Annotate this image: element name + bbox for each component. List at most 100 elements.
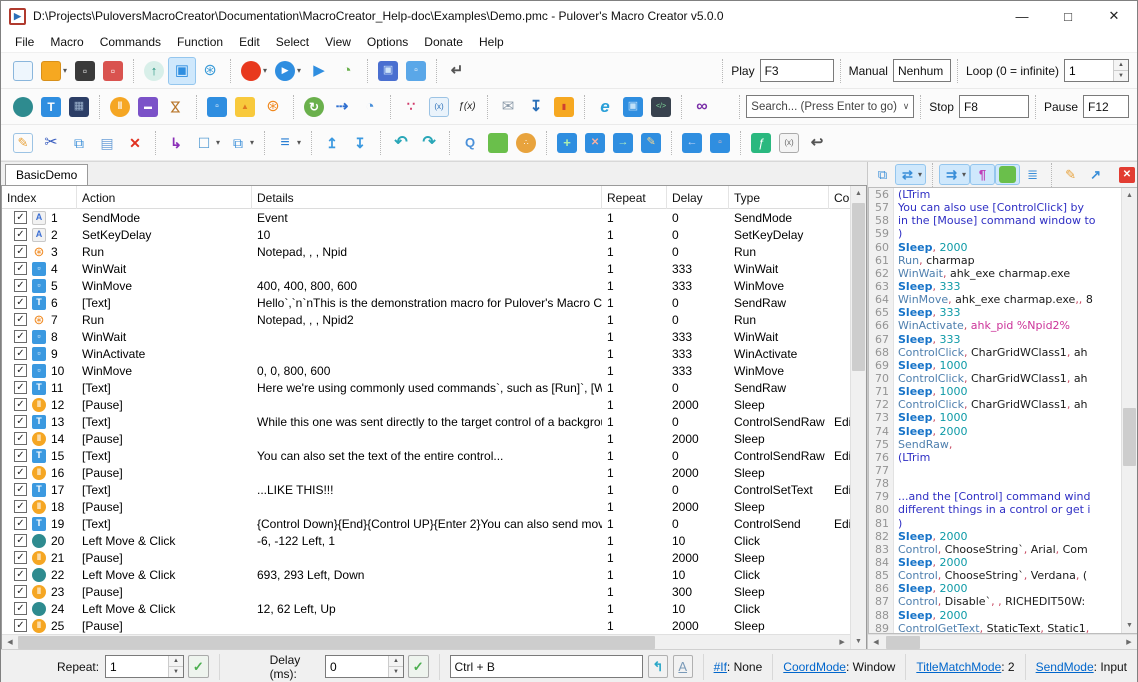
table-row[interactable]: ✓T15[Text]You can also set the text of t… <box>2 447 850 464</box>
timer-button[interactable]: ◔ <box>356 93 384 121</box>
row-checkbox[interactable]: ✓ <box>14 449 27 462</box>
comment-button[interactable] <box>484 129 512 157</box>
apply-repeat-button[interactable]: ✓ <box>188 655 209 678</box>
spin-down-icon[interactable]: ▼ <box>389 667 403 677</box>
row-checkbox[interactable]: ✓ <box>14 313 27 326</box>
code-window-button[interactable]: </> <box>647 93 675 121</box>
window-run-button[interactable]: → <box>609 129 637 157</box>
play-pause-button[interactable]: ▶▾ <box>271 57 305 85</box>
wrap-lines-button[interactable]: ≣ <box>1020 164 1045 185</box>
row-checkbox[interactable]: ✓ <box>14 585 27 598</box>
row-checkbox[interactable]: ✓ <box>14 415 27 428</box>
window-spy-button[interactable]: ▣ <box>168 57 196 85</box>
find-button[interactable]: Q <box>456 129 484 157</box>
goto-button[interactable]: ⇢ <box>328 93 356 121</box>
row-checkbox[interactable]: ✓ <box>14 568 27 581</box>
window-command-button[interactable]: ▫ <box>203 93 231 121</box>
menu-item-select[interactable]: Select <box>268 31 317 53</box>
spin-up-icon[interactable]: ▲ <box>1114 60 1128 71</box>
window-save-button[interactable]: ▫ <box>706 129 734 157</box>
window-back-button[interactable]: ← <box>678 129 706 157</box>
code-horizontal-scrollbar[interactable]: ◀ ▶ <box>868 634 1137 649</box>
row-checkbox[interactable]: ✓ <box>14 296 27 309</box>
table-row[interactable]: ✓▫5WinMove400, 400, 800, 6001333WinMove <box>2 277 850 294</box>
delay-spinner[interactable]: ▲ ▼ <box>325 655 404 678</box>
column-header-type[interactable]: Type <box>729 186 829 209</box>
maximize-button[interactable]: □ <box>1045 1 1091 31</box>
mouse-button[interactable] <box>9 93 37 121</box>
scroll-down-icon[interactable]: ▼ <box>1122 618 1137 633</box>
message-button[interactable]: ▬ <box>134 93 162 121</box>
save-button[interactable]: ▫ <box>71 57 99 85</box>
restore-button[interactable]: ↩ <box>803 129 831 157</box>
delay-input[interactable] <box>326 656 388 677</box>
repeat-button[interactable]: ↻ <box>300 93 328 121</box>
menu-item-donate[interactable]: Donate <box>416 31 471 53</box>
table-row[interactable]: ✓⊛7RunNotepad, , , Npid210Run <box>2 311 850 328</box>
menu-item-commands[interactable]: Commands <box>92 31 169 53</box>
loop-spinner[interactable]: ▲ ▼ <box>1064 59 1129 82</box>
variable-button[interactable]: (x) <box>425 93 453 121</box>
table-row[interactable]: ✓▫9WinActivate1333WinActivate <box>2 345 850 362</box>
scroll-up-icon[interactable]: ▲ <box>1122 188 1137 203</box>
macro-window-button[interactable]: ▣ <box>374 57 402 85</box>
delay-spin-buttons[interactable]: ▲ ▼ <box>388 656 403 677</box>
table-row[interactable]: ✓▫4WinWait1333WinWait <box>2 260 850 277</box>
edit-code-button[interactable]: ✎ <box>1058 164 1083 185</box>
variables-lock-button[interactable]: (x) <box>775 129 803 157</box>
scroll-right-icon[interactable]: ▶ <box>834 635 850 650</box>
download-button[interactable]: ↧ <box>522 93 550 121</box>
move-bottom-button[interactable]: ↧ <box>346 129 374 157</box>
window-add-button[interactable]: + <box>553 129 581 157</box>
spin-up-icon[interactable]: ▲ <box>389 656 403 667</box>
paste-button[interactable]: ▤ <box>93 129 121 157</box>
row-checkbox[interactable]: ✓ <box>14 517 27 530</box>
wait-button[interactable]: ⋈ <box>162 93 190 121</box>
table-row[interactable]: ✓A2SetKeyDelay1010SetKeyDelay <box>2 226 850 243</box>
window-remove-button[interactable]: ✕ <box>581 129 609 157</box>
status-link-coordmode[interactable]: CoordMode <box>783 660 846 674</box>
apply-delay-button[interactable]: ✓ <box>408 655 429 678</box>
row-checkbox[interactable]: ✓ <box>14 381 27 394</box>
move-rows-button[interactable]: ↳ <box>162 129 190 157</box>
table-row[interactable]: ✓‖18[Pause]12000Sleep <box>2 498 850 515</box>
row-checkbox[interactable]: ✓ <box>14 245 27 258</box>
repeat-spin-buttons[interactable]: ▲ ▼ <box>168 656 183 677</box>
row-checkbox[interactable]: ✓ <box>14 347 27 360</box>
row-checkbox[interactable]: ✓ <box>14 466 27 479</box>
table-row[interactable]: ✓T13[Text]While this one was sent direct… <box>2 413 850 430</box>
row-checkbox[interactable]: ✓ <box>14 602 27 615</box>
text-hotkey-button[interactable]: A <box>673 655 693 678</box>
menu-item-file[interactable]: File <box>7 31 42 53</box>
undo-button[interactable]: ↶ <box>387 129 415 157</box>
file-install-button[interactable]: ▮ <box>550 93 578 121</box>
table-row[interactable]: ✓‖21[Pause]12000Sleep <box>2 549 850 566</box>
keyboard-button[interactable]: ▦ <box>65 93 93 121</box>
email-button[interactable]: ✉ <box>494 93 522 121</box>
image-search-button[interactable]: ▲ <box>231 93 259 121</box>
code-panel-close-button[interactable]: ✕ <box>1119 167 1135 183</box>
code-area[interactable]: 56(LTrim57You can also use [ControlClick… <box>869 188 1121 633</box>
column-header-repeat[interactable]: Repeat <box>602 186 667 209</box>
dropdown-caret-icon[interactable]: ▾ <box>263 66 267 75</box>
menu-item-function[interactable]: Function <box>169 31 231 53</box>
scroll-left-icon[interactable]: ◀ <box>868 635 884 650</box>
play-timer-button[interactable]: ◔ <box>333 57 361 85</box>
send-keys-button[interactable]: ↵ <box>443 57 471 85</box>
dropdown-caret-icon[interactable]: ▾ <box>250 138 254 147</box>
table-horizontal-scrollbar[interactable]: ◀ ▶ <box>2 634 850 649</box>
loop-spin-buttons[interactable]: ▲ ▼ <box>1113 60 1128 81</box>
row-checkbox[interactable]: ✓ <box>14 432 27 445</box>
repeat-spinner[interactable]: ▲ ▼ <box>105 655 184 678</box>
dropdown-caret-icon[interactable]: ▾ <box>297 66 301 75</box>
chevron-down-icon[interactable]: ∨ <box>903 101 910 112</box>
open-folder-button[interactable]: ▾ <box>37 57 71 85</box>
column-header-delay[interactable]: Delay <box>667 186 729 209</box>
row-checkbox[interactable]: ✓ <box>14 364 27 377</box>
hotstrings-button[interactable]: ƒ <box>747 129 775 157</box>
pilcrow-button[interactable]: ¶ <box>970 164 995 185</box>
status-link-titlematchmode[interactable]: TitleMatchMode <box>916 660 1001 674</box>
panel-window-button[interactable]: ▫ <box>402 57 430 85</box>
window-edit-button[interactable]: ✎ <box>637 129 665 157</box>
menu-item-macro[interactable]: Macro <box>42 31 91 53</box>
